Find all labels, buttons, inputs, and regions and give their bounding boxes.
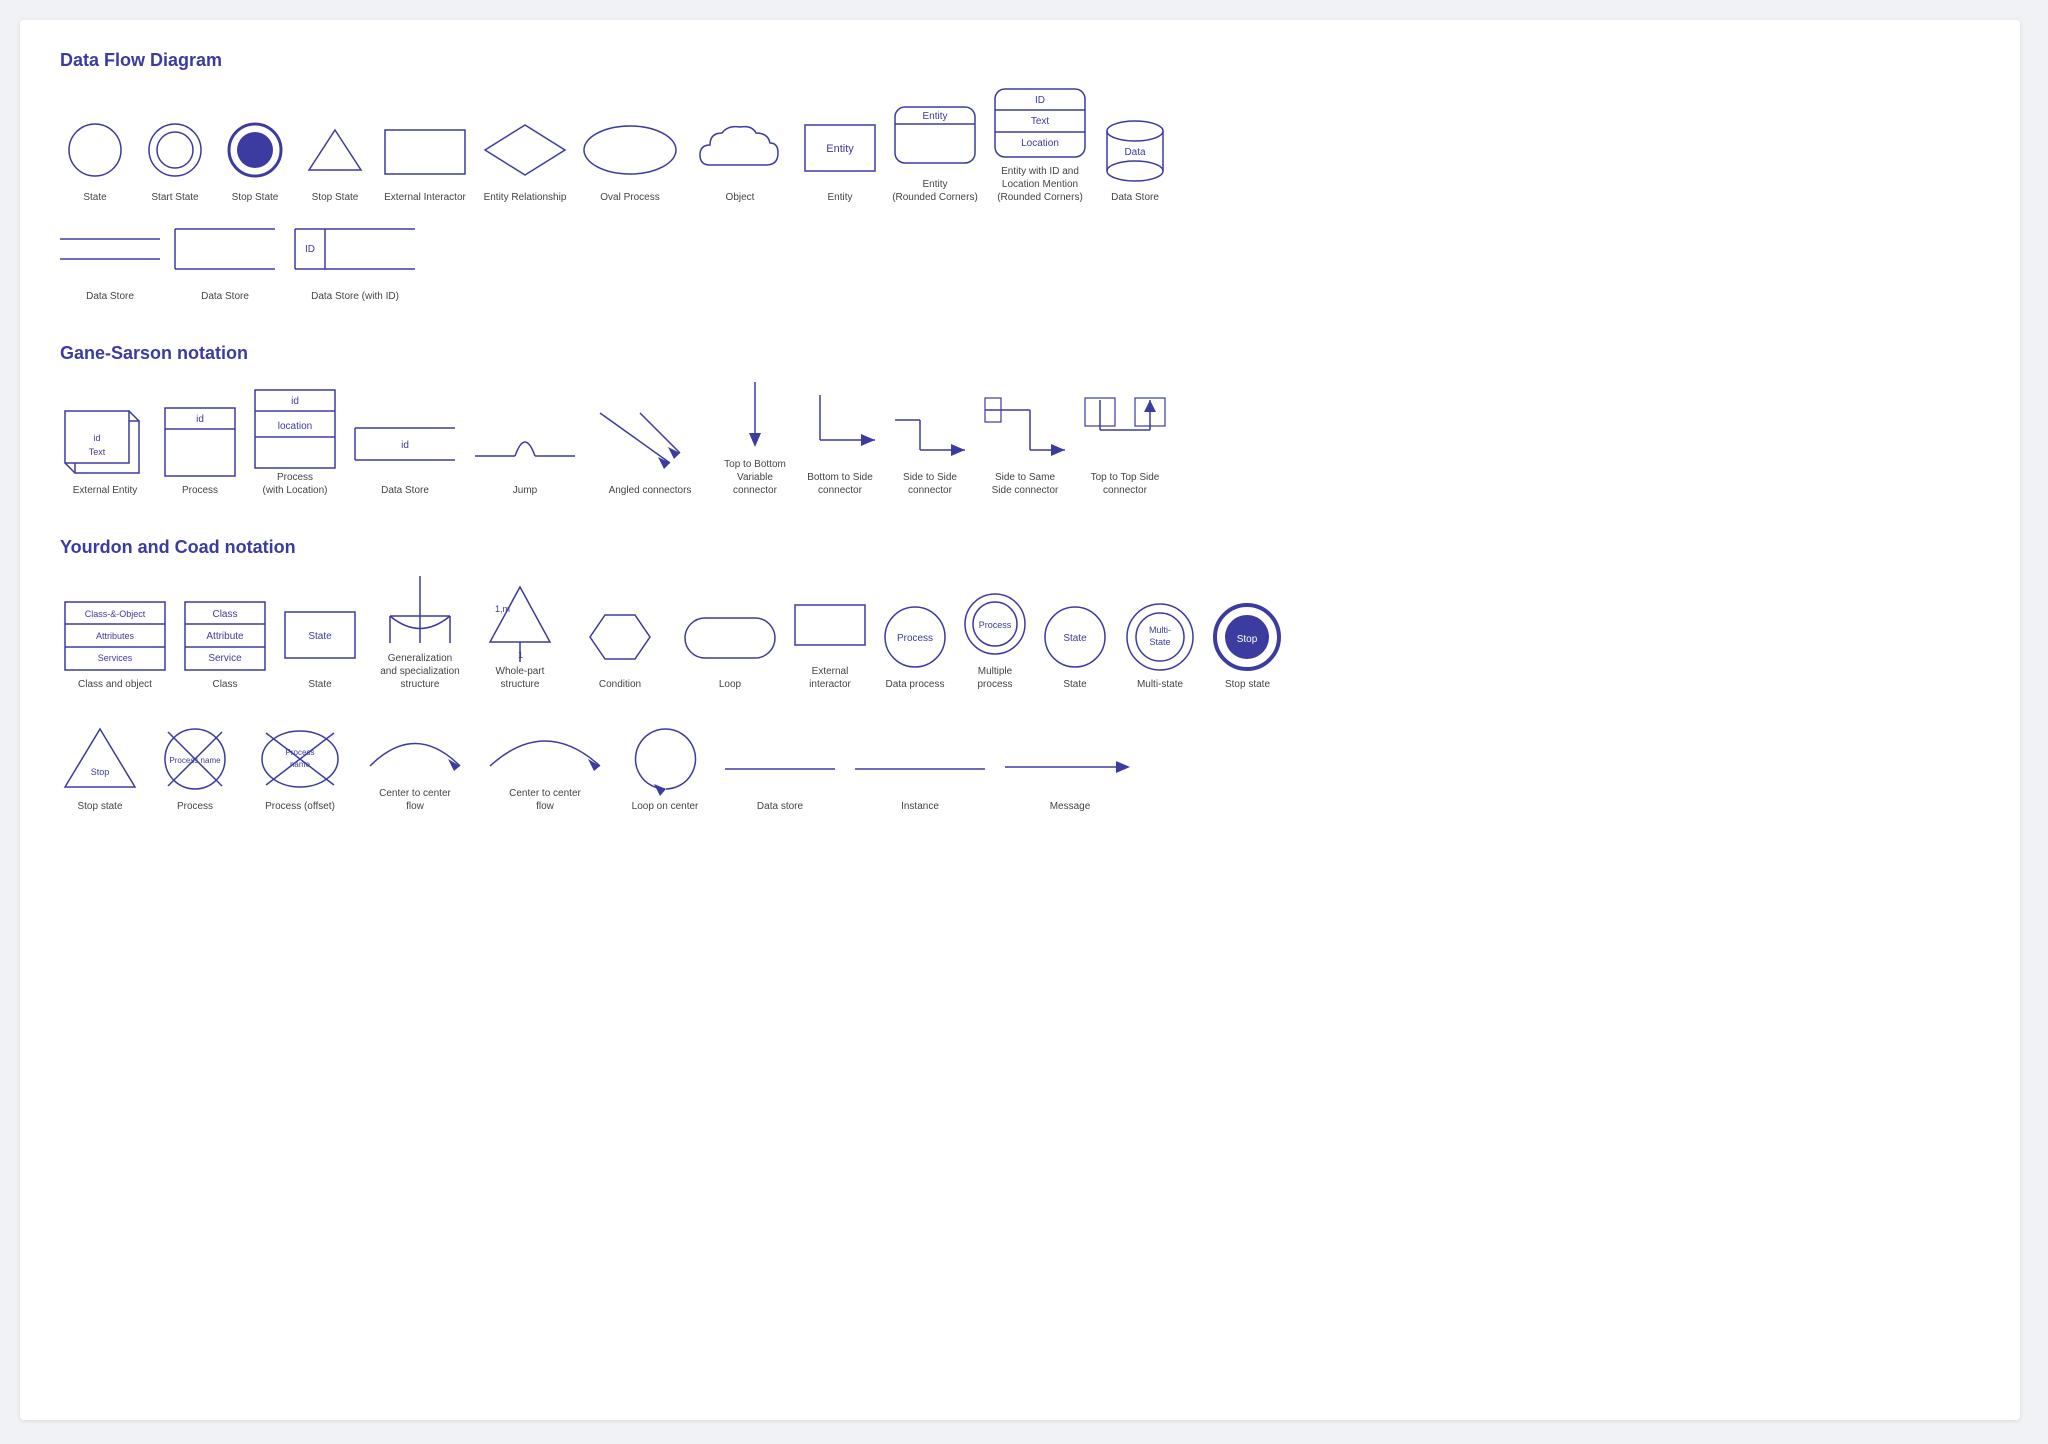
svg-text:Text: Text (89, 447, 106, 457)
yc-instance: Instance (850, 724, 990, 813)
page: Data Flow Diagram State Start State (20, 20, 2020, 1420)
svg-text:Services: Services (98, 653, 133, 663)
section-yourdon: Yourdon and Coad notation Class-&-Object… (60, 537, 1980, 813)
svg-text:Service: Service (208, 653, 242, 664)
dfd-row-2: Data Store Data Store (60, 214, 1980, 303)
yc-whole-part: 1,m 1 Whole-partstructure (480, 589, 560, 691)
gs-side-same-side: Side to SameSide connector (980, 395, 1070, 497)
shape-entity-relationship: Entity Relationship (480, 115, 570, 204)
svg-text:Text: Text (1031, 116, 1050, 127)
yc-class-object: Class-&-Object Attributes Services Class… (60, 602, 170, 691)
section-title-gane: Gane-Sarson notation (60, 343, 1980, 364)
svg-text:location: location (278, 421, 312, 432)
gs-top-bottom: Top to BottomVariableconnector (720, 382, 790, 497)
svg-text:Location: Location (1021, 138, 1059, 149)
yourdon-row-2: Stop Stop state Process name Process (60, 711, 1980, 813)
svg-text:Attribute: Attribute (206, 631, 244, 642)
svg-text:Class-&-Object: Class-&-Object (85, 609, 146, 619)
yc-message: Message (1000, 724, 1140, 813)
shape-entity-id-location: ID Text Location Entity with ID andLocat… (990, 89, 1090, 204)
gane-row-1: id Text External Entity id Process (60, 382, 1980, 497)
gs-bottom-side: Bottom to Sideconnector (800, 395, 880, 497)
yc-external-interactor: Externalinteractor (790, 589, 870, 691)
yc-stop-state: Stop Stop state (1210, 602, 1285, 691)
svg-text:Multi-: Multi- (1149, 625, 1171, 635)
section-dfd: Data Flow Diagram State Start State (60, 50, 1980, 303)
svg-text:Class: Class (212, 609, 237, 620)
section-gane: Gane-Sarson notation id Text External En… (60, 343, 1980, 497)
yc-state: State State (280, 602, 360, 691)
shape-data-store-lines: Data Store (60, 214, 160, 303)
svg-text:State: State (1149, 637, 1170, 647)
svg-text:1,m: 1,m (495, 604, 510, 614)
dfd-row-1: State Start State (60, 89, 1980, 204)
shape-state: State (60, 115, 130, 204)
yc-class: Class Attribute Service Class (180, 602, 270, 691)
svg-text:Entity: Entity (826, 143, 854, 155)
shape-stop-state-1: Stop State (220, 115, 290, 204)
yc-multi-state: Multi- State Multi-state (1120, 602, 1200, 691)
yc-center-flow-1: Center to centerflow (360, 711, 470, 813)
yc-loop-on-center: Loop on center (620, 724, 710, 813)
shape-data-store-id: ID Data Store (with ID) (290, 214, 420, 303)
yc-generalization: Generalizationand specializationstructur… (370, 576, 470, 691)
shape-external-interactor: External Interactor (380, 115, 470, 204)
yc-data-process: Process Data process (880, 602, 950, 691)
gs-angled-connectors: Angled connectors (590, 408, 710, 497)
svg-text:Process: Process (286, 748, 315, 757)
svg-text:ID: ID (1035, 95, 1045, 106)
gs-process: id Process (160, 408, 240, 497)
gs-jump: Jump (470, 408, 580, 497)
gs-top-top-side: Top to Top Sideconnector (1080, 395, 1170, 497)
shape-entity-simple: Entity Entity (800, 115, 880, 204)
shape-start-state: Start State (140, 115, 210, 204)
yc-data-store: Data store (720, 724, 840, 813)
yc-state-circle: State State (1040, 602, 1110, 691)
svg-text:ID: ID (305, 244, 315, 255)
shape-entity-rounded: Entity Entity(Rounded Corners) (890, 102, 980, 204)
yc-multiple-process: Process Multipleprocess (960, 589, 1030, 691)
svg-text:id: id (291, 396, 299, 407)
yc-loop: Loop (680, 602, 780, 691)
svg-text:Attributes: Attributes (96, 631, 135, 641)
svg-text:Data: Data (1124, 147, 1146, 158)
svg-text:Process: Process (979, 620, 1012, 630)
svg-text:name: name (290, 760, 311, 769)
yc-process-offset: Process name Process (offset) (250, 724, 350, 813)
shape-data-store-open: Data Store (170, 214, 280, 303)
yc-stop-state-triangle: Stop Stop state (60, 724, 140, 813)
svg-text:Process: Process (897, 633, 933, 644)
svg-text:State: State (1063, 633, 1087, 644)
section-title-yourdon: Yourdon and Coad notation (60, 537, 1980, 558)
svg-text:Entity: Entity (922, 111, 947, 122)
svg-text:id: id (401, 440, 409, 451)
yc-condition: Condition (570, 602, 670, 691)
yc-center-flow-2: Center to centerflow (480, 711, 610, 813)
yc-process-x: Process name Process (150, 724, 240, 813)
gs-process-location: id location Process(with Location) (250, 395, 340, 497)
svg-text:Stop: Stop (91, 767, 110, 777)
gs-side-side: Side to Sideconnector (890, 395, 970, 497)
svg-text:State: State (308, 631, 332, 642)
svg-text:id: id (93, 433, 100, 443)
svg-text:Stop: Stop (1237, 634, 1258, 645)
svg-text:1: 1 (518, 650, 523, 660)
gs-external-entity: id Text External Entity (60, 408, 150, 497)
shape-data-store-cylinder: Data Data Store (1100, 115, 1170, 204)
shape-oval-process: Oval Process (580, 115, 680, 204)
yourdon-row-1: Class-&-Object Attributes Services Class… (60, 576, 1980, 691)
section-title-dfd: Data Flow Diagram (60, 50, 1980, 71)
shape-object: Object (690, 115, 790, 204)
svg-text:id: id (196, 414, 204, 425)
gs-data-store: id Data Store (350, 408, 460, 497)
svg-text:Process name: Process name (169, 756, 221, 765)
shape-stop-state-2: Stop State (300, 115, 370, 204)
